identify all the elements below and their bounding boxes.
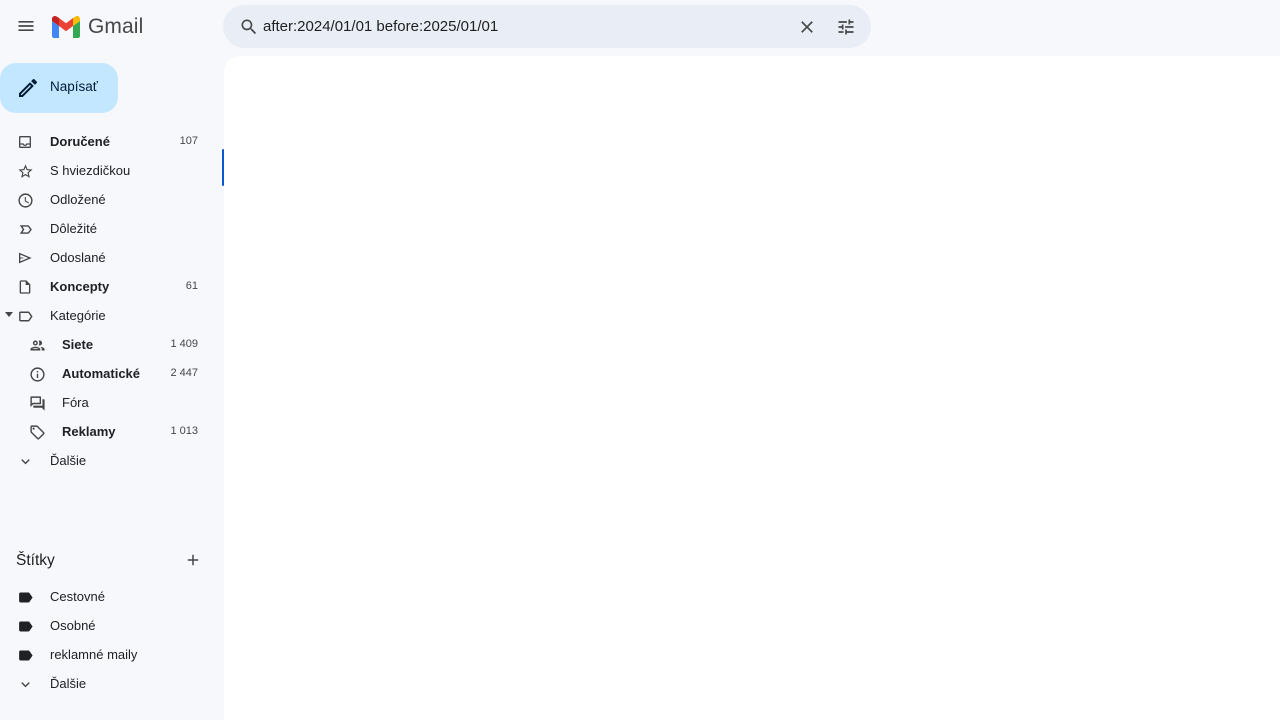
unread-count: 1 013 [170,425,198,437]
label-outline-icon [15,306,35,326]
label-filled-icon [15,587,35,607]
clock-icon [15,190,35,210]
nav-item-social[interactable]: Siete 1 409 [0,330,210,359]
label-filled-icon [15,616,35,636]
folder-nav: Doručené 107 S hviezdičkou Odložené Dôle… [0,127,224,475]
nav-label: Ďalšie [50,453,87,468]
close-icon [801,21,813,33]
search-options-button[interactable] [828,9,864,45]
label-item-reklamne-maily[interactable]: reklamné maily [0,640,210,669]
nav-item-snoozed[interactable]: Odložené [0,185,210,214]
search-icon [241,19,257,35]
star-icon [15,161,35,181]
nav-item-sent[interactable]: Odoslané [0,243,210,272]
app-title: Gmail [88,15,144,38]
compose-label: Napísať [50,79,98,94]
unread-count: 1 409 [170,338,198,350]
label-item-cestovne[interactable]: Cestovné [0,582,210,611]
nav-item-important[interactable]: Dôležité [0,214,210,243]
label-name: Cestovné [50,589,105,604]
nav-label: Kategórie [50,308,106,323]
nav-item-updates[interactable]: Automatické 2 447 [0,359,210,388]
nav-item-forums[interactable]: Fóra [0,388,210,417]
inbox-icon [15,132,35,152]
label-item-osobne[interactable]: Osobné [0,611,210,640]
gmail-app: Gmail after:2024/01/01 before:2025/01/01… [0,0,1280,720]
nav-label: Dôležité [50,221,97,236]
label-name: reklamné maily [50,647,138,662]
draft-icon [15,277,35,297]
search-bar [223,5,871,48]
tag-icon [27,422,47,442]
plus-icon [187,554,199,566]
info-icon [27,364,47,384]
nav-item-categories[interactable]: Kategórie [0,301,210,330]
nav-label: Koncepty [50,279,110,294]
nav-label: Doručené [50,134,110,149]
labels-more[interactable]: Ďalšie [0,669,210,698]
unread-count: 2 447 [170,367,198,379]
pencil-icon [19,78,38,97]
sidebar: Napísať Doručené 107 S hviezdičkou Odlož… [0,56,224,720]
hamburger-menu-icon [18,21,34,31]
forum-icon [27,393,47,413]
important-icon [15,219,35,239]
nav-item-more[interactable]: Ďalšie [0,446,210,475]
nav-item-promotions[interactable]: Reklamy 1 013 [0,417,210,446]
labels-title: Štítky [16,552,55,569]
add-label-button[interactable] [181,548,205,572]
labels-list: Cestovné Osobné reklamné maily Ďalšie [0,582,224,698]
chevron-down-icon [15,451,35,471]
main-menu-button[interactable] [8,8,44,44]
label-name: Ďalšie [50,676,87,691]
gmail-logo[interactable]: Gmail [52,13,143,41]
unread-count: 107 [179,135,198,147]
people-icon [27,335,47,355]
nav-label: Odložené [50,192,106,207]
nav-label: Siete [62,337,94,352]
label-filled-icon [15,645,35,665]
nav-item-drafts[interactable]: Koncepty 61 [0,272,210,301]
gmail-m-icon [52,16,80,38]
nav-label: Reklamy [62,424,116,439]
compose-button[interactable]: Napísať [0,63,118,113]
main-content [224,56,1280,720]
search-button[interactable] [231,9,267,45]
chevron-down-icon [15,674,35,694]
nav-item-inbox[interactable]: Doručené 107 [0,127,210,156]
top-bar: Gmail [0,0,1280,56]
clear-search-button[interactable] [789,9,825,45]
nav-label: Odoslané [50,250,106,265]
search-input[interactable] [263,13,783,40]
tune-icon [838,19,854,35]
nav-label: S hviezdičkou [50,163,131,178]
nav-item-starred[interactable]: S hviezdičkou [0,156,210,185]
label-name: Osobné [50,618,96,633]
nav-label: Fóra [62,395,89,410]
draft-count: 61 [185,280,198,292]
labels-header: Štítky [0,548,224,578]
send-icon [15,248,35,268]
nav-label: Automatické [62,366,141,381]
caret-down-icon[interactable] [5,312,13,317]
